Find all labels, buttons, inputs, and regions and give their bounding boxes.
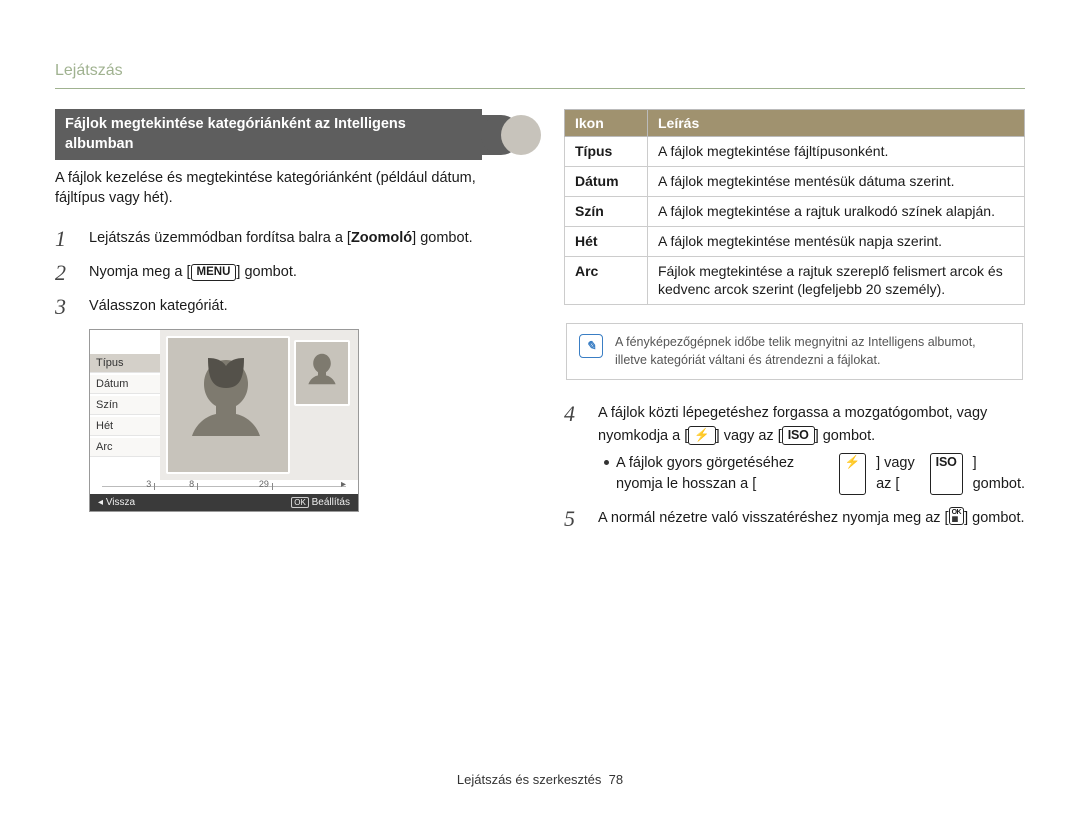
table-row: HétA fájlok megtekintése mentésük napja … [565, 226, 1025, 256]
note-text: A fényképezőgépnek időbe telik megnyitni… [615, 334, 1010, 369]
screen-timeline: 3 8 29 ▸ [90, 480, 358, 494]
menu-item: Szín [90, 396, 160, 415]
menu-item: Hét [90, 417, 160, 436]
table-row: DátumA fájlok megtekintése mentésük dátu… [565, 166, 1025, 196]
step-4-text: A fájlok közti lépegetéshez forgassa a m… [598, 402, 1025, 497]
step-number: 3 [55, 295, 79, 319]
bar-set-label: Beállítás [312, 497, 350, 508]
arrow-right-icon: ▸ [341, 479, 346, 490]
icon-description-table: Ikon Leírás TípusA fájlok megtekintése f… [564, 109, 1025, 305]
step-number: 4 [564, 402, 588, 497]
intro-text: A fájlok kezelése és megtekintése kategó… [55, 168, 516, 209]
page-header: Lejátszás [55, 62, 1025, 89]
table-row: SzínA fájlok megtekintése a rajtuk uralk… [565, 196, 1025, 226]
ok-grid-icon: OK▦ [949, 507, 965, 525]
info-icon: ✎ [579, 334, 603, 358]
bar-back-label: Vissza [106, 497, 135, 508]
step-5-text: A normál nézetre való visszatéréshez nyo… [598, 507, 1025, 531]
step-3-text: Válasszon kategóriát. [89, 295, 516, 319]
ok-icon: OK [291, 497, 309, 508]
page-footer: Lejátszás és szerkesztés 78 [0, 772, 1080, 787]
step-number: 1 [55, 227, 79, 251]
table-header-desc: Leírás [648, 110, 1025, 137]
iso-icon: ISO [782, 426, 815, 445]
subheading-cap-icon [481, 115, 541, 155]
flash-icon: ⚡ [688, 426, 715, 445]
step-1-text: Lejátszás üzemmódban fordítsa balra a [Z… [89, 227, 516, 251]
step-number: 5 [564, 507, 588, 531]
preview-main-thumbnail [166, 336, 290, 474]
menu-button-label: MENU [191, 264, 237, 282]
camera-screen-illustration: Típus Dátum Szín Hét Arc [89, 329, 359, 512]
section-subheading: Fájlok megtekintése kategóriánként az In… [55, 109, 516, 160]
table-row: TípusA fájlok megtekintése fájltípusonké… [565, 137, 1025, 167]
step-4-subitem: A fájlok gyors görgetéséhez nyomja le ho… [598, 453, 1025, 495]
step-2-text: Nyomja meg a [MENU] gombot. [89, 261, 516, 285]
back-arrow-icon: ◂ [98, 497, 103, 508]
info-note: ✎ A fényképezőgépnek időbe telik megnyit… [566, 323, 1023, 380]
table-header-icon: Ikon [565, 110, 648, 137]
menu-item: Típus [90, 354, 160, 373]
menu-item: Arc [90, 438, 160, 457]
flash-icon: ⚡ [839, 453, 866, 495]
screen-category-menu: Típus Dátum Szín Hét Arc [90, 330, 160, 480]
table-row: ArcFájlok megtekintése a rajtuk szereplő… [565, 256, 1025, 305]
preview-side-thumbnail [294, 340, 350, 406]
step-number: 2 [55, 261, 79, 285]
iso-icon: ISO [930, 453, 963, 495]
menu-item: Dátum [90, 375, 160, 394]
